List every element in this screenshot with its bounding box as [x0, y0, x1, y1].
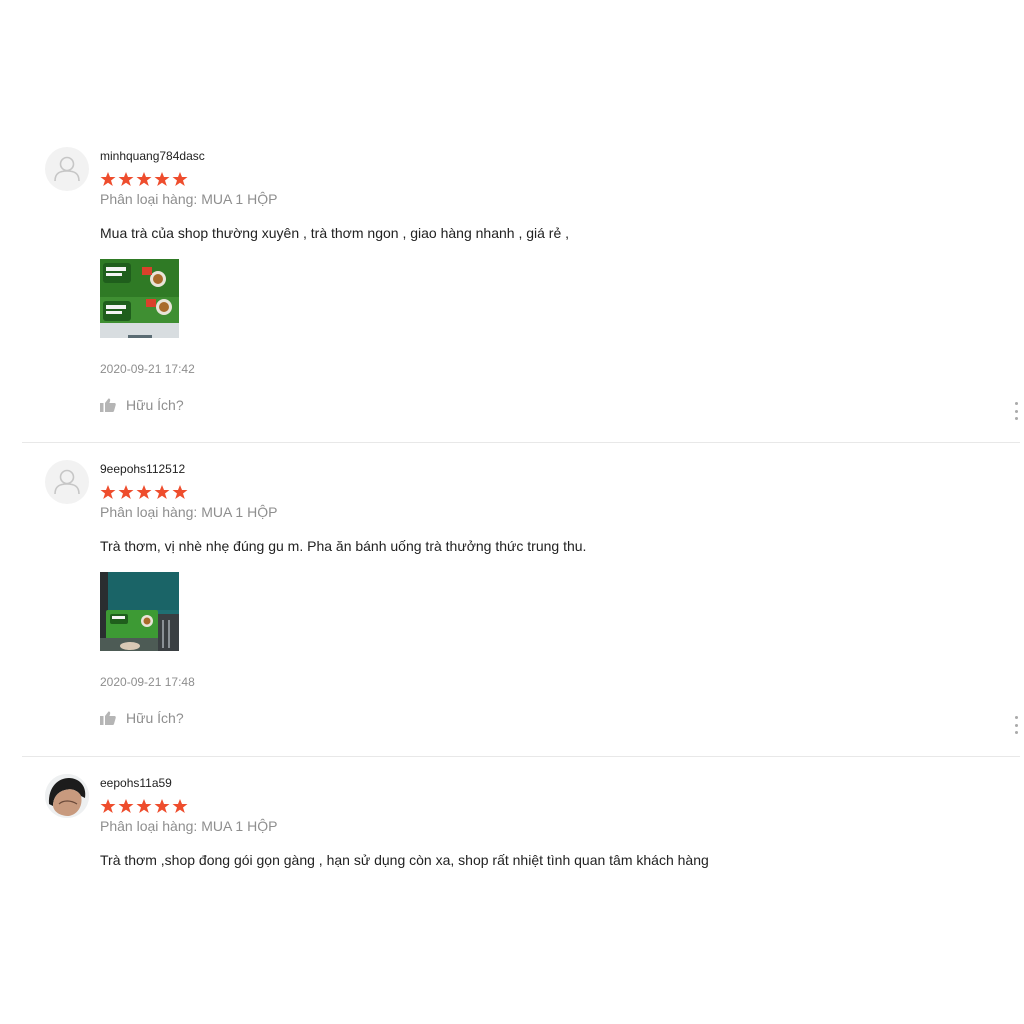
star-icon — [100, 172, 116, 186]
review-comment: Mua trà của shop thường xuyên , trà thơm… — [100, 225, 570, 241]
star-icon — [118, 485, 134, 499]
user-photo-avatar — [45, 774, 89, 818]
dot — [1014, 723, 1018, 727]
star-icon — [100, 799, 116, 813]
dot — [1014, 402, 1018, 405]
thumbs-up-icon — [100, 398, 116, 412]
avatar[interactable] — [45, 147, 89, 191]
helpful-button[interactable]: Hữu Ích? — [100, 397, 184, 413]
helpful-label: Hữu Ích? — [126, 710, 184, 726]
helpful-label: Hữu Ích? — [126, 397, 184, 413]
review-comment: Trà thơm, vị nhè nhẹ đúng gu m. Pha ăn b… — [100, 538, 587, 554]
variation-label: Phân loại hàng: MUA 1 HỘP — [100, 504, 278, 520]
variation-label: Phân loại hàng: MUA 1 HỘP — [100, 818, 278, 834]
more-options-button[interactable] — [1012, 402, 1020, 420]
user-silhouette-icon — [54, 469, 80, 495]
star-icon — [100, 485, 116, 499]
username[interactable]: 9eepohs112512 — [100, 462, 185, 476]
star-icon — [154, 799, 170, 813]
review-item: minhquang784dasc Phân loại hàng: MUA 1 H… — [22, 147, 1020, 443]
star-icon — [118, 172, 134, 186]
star-icon — [136, 485, 152, 499]
review-timestamp: 2020-09-21 17:42 — [100, 362, 195, 376]
avatar[interactable] — [45, 460, 89, 504]
dot — [1014, 409, 1018, 413]
review-timestamp: 2020-09-21 17:48 — [100, 675, 195, 689]
dot — [1014, 731, 1018, 734]
star-icon — [136, 799, 152, 813]
dot — [1014, 417, 1018, 420]
thumbs-up-icon — [100, 711, 116, 725]
username[interactable]: minhquang784dasc — [100, 149, 205, 163]
username[interactable]: eepohs11a59 — [100, 776, 172, 790]
variation-label: Phân loại hàng: MUA 1 HỘP — [100, 191, 278, 207]
star-icon — [154, 485, 170, 499]
review-comment: Trà thơm ,shop đong gói gọn gàng , hạn s… — [100, 852, 709, 868]
star-icon — [154, 172, 170, 186]
helpful-button[interactable]: Hữu Ích? — [100, 710, 184, 726]
star-icon — [172, 799, 188, 813]
review-photo-thumbnail[interactable] — [100, 259, 179, 338]
more-options-button[interactable] — [1012, 716, 1020, 734]
star-icon — [136, 172, 152, 186]
user-silhouette-icon — [54, 156, 80, 182]
review-item: 9eepohs112512 Phân loại hàng: MUA 1 HỘP … — [22, 460, 1020, 757]
rating-stars — [100, 484, 188, 500]
avatar[interactable] — [45, 774, 89, 818]
star-icon — [172, 172, 188, 186]
rating-stars — [100, 171, 188, 187]
star-icon — [118, 799, 134, 813]
star-icon — [172, 485, 188, 499]
rating-stars — [100, 798, 188, 814]
dot — [1014, 716, 1018, 719]
review-photo-thumbnail[interactable] — [100, 572, 179, 651]
review-item: eepohs11a59 Phân loại hàng: MUA 1 HỘP Tr… — [22, 774, 1020, 894]
